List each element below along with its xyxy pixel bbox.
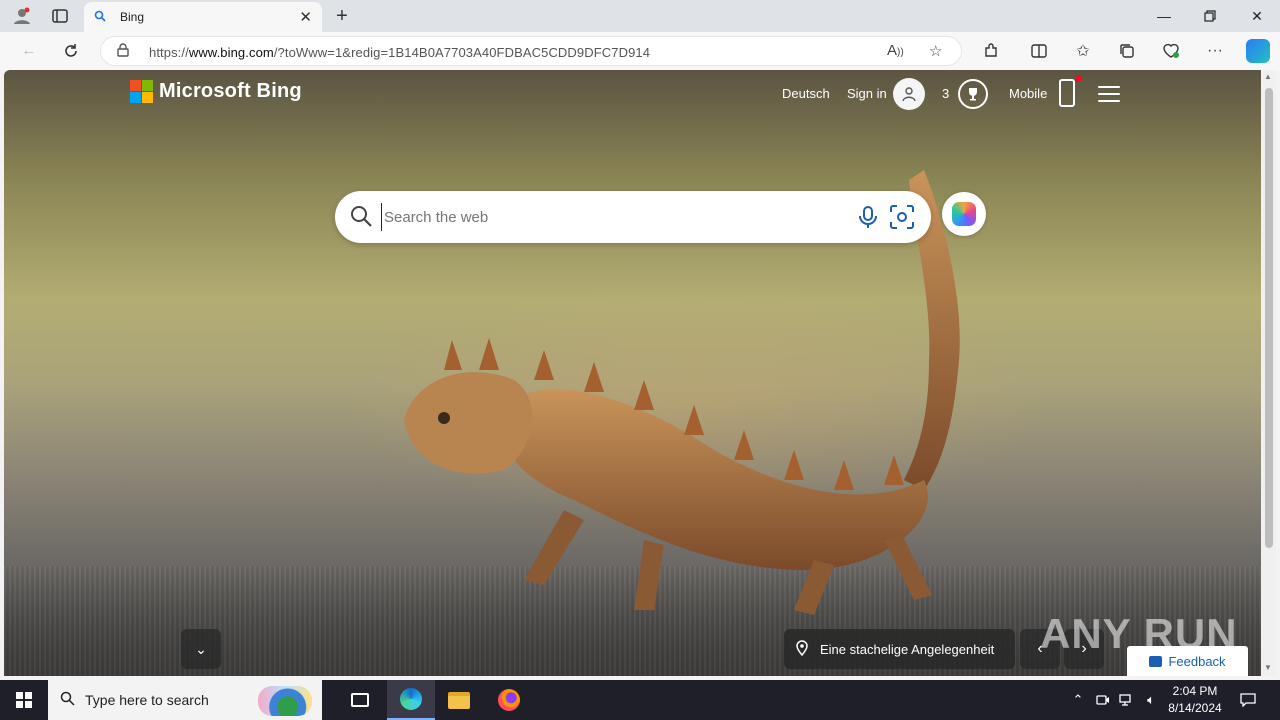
edge-icon	[400, 688, 422, 710]
scroll-down-button[interactable]: ⌄	[181, 629, 221, 669]
scroll-up-arrow-icon[interactable]: ▲	[1264, 72, 1272, 81]
taskbar-firefox[interactable]	[485, 680, 533, 720]
start-button[interactable]	[0, 680, 48, 720]
mobile-phone-icon[interactable]	[1059, 79, 1075, 107]
chevron-down-icon: ⌄	[195, 640, 207, 657]
back-icon[interactable]: ←	[16, 39, 42, 63]
microsoft-logo-icon	[130, 80, 153, 103]
browser-essentials-icon[interactable]	[1158, 39, 1184, 63]
profile-icon[interactable]	[8, 4, 36, 28]
clock-date: 8/14/2024	[1168, 701, 1222, 715]
refresh-icon[interactable]	[58, 39, 84, 63]
search-icon[interactable]	[349, 204, 373, 228]
firefox-icon	[498, 689, 520, 711]
collections-icon[interactable]	[1114, 39, 1140, 63]
bing-homepage: Microsoft Bing Deutsch Sign in 3 Mobile …	[4, 70, 1261, 676]
lock-icon[interactable]	[117, 43, 129, 60]
search-highlight-icon	[258, 686, 312, 716]
logo-text: Microsoft Bing	[159, 80, 302, 102]
task-view-icon	[351, 693, 369, 707]
visual-search-icon[interactable]	[889, 204, 915, 230]
clock-time: 2:04 PM	[1172, 684, 1218, 698]
thorny-devil-image	[404, 170, 960, 615]
close-tab-icon[interactable]: ✕	[299, 8, 312, 26]
volume-icon[interactable]: 🔈︎	[1140, 680, 1162, 720]
rewards-count[interactable]: 3	[942, 86, 949, 101]
extensions-icon[interactable]	[978, 39, 1004, 63]
sign-in-link[interactable]: Sign in	[847, 86, 887, 101]
new-tab-button[interactable]: +	[330, 4, 354, 28]
scrollbar-thumb[interactable]	[1265, 88, 1273, 548]
language-link[interactable]: Deutsch	[782, 86, 830, 101]
url-text[interactable]: https://www.bing.com/?toWww=1&redig=1B14…	[149, 45, 650, 60]
minimize-icon[interactable]: —	[1141, 0, 1187, 32]
favorites-icon[interactable]: ✩	[1070, 39, 1096, 63]
tab-bing[interactable]: Bing ✕	[84, 2, 322, 32]
search-input[interactable]	[381, 203, 841, 231]
split-screen-icon[interactable]	[1026, 39, 1052, 63]
rewards-trophy-icon[interactable]	[958, 79, 988, 109]
caption-text: Eine stachelige Angelegenheit	[820, 641, 995, 657]
copilot-button[interactable]	[942, 192, 986, 236]
tab-bar: Bing ✕ + — ✕	[0, 0, 1280, 32]
feedback-button[interactable]: Feedback	[1127, 646, 1248, 676]
taskbar-edge[interactable]	[387, 680, 435, 720]
notifications-icon[interactable]	[1236, 680, 1260, 720]
taskbar-file-explorer[interactable]	[435, 680, 483, 720]
show-hidden-icons-chevron-up-icon[interactable]: ⌃	[1068, 680, 1088, 720]
location-pin-icon	[796, 639, 808, 659]
restore-icon[interactable]	[1187, 0, 1233, 32]
user-avatar-icon[interactable]	[893, 78, 925, 110]
mobile-link[interactable]: Mobile	[1009, 86, 1047, 101]
menu-hamburger-icon[interactable]	[1098, 86, 1120, 102]
copilot-sidebar-icon[interactable]	[1246, 39, 1270, 63]
tab-actions-icon[interactable]	[46, 4, 74, 28]
copilot-icon	[952, 202, 976, 226]
bing-logo[interactable]: Microsoft Bing	[130, 80, 302, 103]
task-view-button[interactable]	[336, 680, 384, 720]
read-aloud-icon[interactable]: A))	[887, 42, 904, 59]
scroll-down-arrow-icon[interactable]: ▼	[1264, 663, 1272, 672]
feedback-label: Feedback	[1168, 653, 1226, 669]
favorite-star-icon[interactable]: ☆	[929, 42, 942, 60]
more-options-icon[interactable]: ···	[1202, 39, 1228, 63]
windows-logo-icon	[16, 692, 32, 708]
image-caption[interactable]: Eine stachelige Angelegenheit	[784, 629, 1015, 669]
navigation-bar: ← https://www.bing.com/?toWww=1&redig=1B…	[0, 32, 1280, 70]
feedback-icon	[1149, 655, 1163, 667]
page-scrollbar[interactable]: ▲ ▼	[1262, 70, 1276, 676]
search-icon	[94, 10, 110, 25]
tab-title: Bing	[120, 10, 145, 24]
taskbar-search-placeholder: Type here to search	[85, 692, 209, 708]
notification-dot	[1075, 75, 1082, 82]
close-window-icon[interactable]: ✕	[1234, 0, 1280, 32]
address-bar[interactable]: https://www.bing.com/?toWww=1&redig=1B14…	[100, 36, 962, 66]
microphone-icon[interactable]	[855, 204, 881, 230]
meet-now-icon[interactable]	[1092, 680, 1114, 720]
system-clock[interactable]: 2:04 PM 8/14/2024	[1160, 683, 1230, 717]
search-box[interactable]	[335, 191, 931, 243]
windows-taskbar: Type here to search ⌃ 🔈︎ 2:04 PM 8/14/20…	[0, 680, 1280, 720]
network-icon[interactable]	[1116, 680, 1138, 720]
search-icon	[60, 691, 75, 710]
folder-icon	[448, 691, 470, 709]
taskbar-search-box[interactable]: Type here to search	[48, 680, 322, 720]
